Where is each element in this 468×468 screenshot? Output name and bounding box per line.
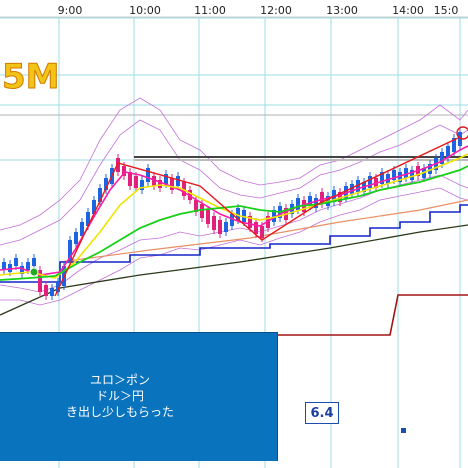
time-label: 14:00 xyxy=(392,4,424,17)
note-line-2: ドル＞円 xyxy=(95,389,144,403)
signal-dot xyxy=(29,267,39,277)
time-label: 12:00 xyxy=(260,4,292,17)
time-axis: 9:00 10:00 11:00 12:00 13:00 14:00 15:0 xyxy=(0,4,468,18)
candle-body xyxy=(134,176,138,188)
candle-body xyxy=(44,285,48,296)
candle-body xyxy=(206,210,210,224)
time-label: 15:0 xyxy=(434,4,459,17)
candle-body xyxy=(176,176,180,186)
candle-body xyxy=(260,226,264,238)
candle-body xyxy=(50,288,54,296)
candle-body xyxy=(128,172,132,186)
value-tag: 6.4 xyxy=(305,402,339,424)
time-label: 13:00 xyxy=(326,4,358,17)
candle-body xyxy=(224,222,228,232)
candle-body xyxy=(146,168,150,182)
time-label: 11:00 xyxy=(194,4,226,17)
candle-body xyxy=(26,262,30,270)
candle-body xyxy=(212,216,216,230)
note-box: ユロ＞ポン ドル＞円 き出し少しもらった xyxy=(0,332,278,461)
marker-dot xyxy=(401,428,406,433)
candle-body xyxy=(14,258,18,266)
candle-body xyxy=(218,220,222,234)
time-label: 10:00 xyxy=(129,4,161,17)
time-label: 9:00 xyxy=(58,4,83,17)
candle-body xyxy=(200,204,204,218)
timeframe-badge: 5M xyxy=(2,57,60,97)
candle-body xyxy=(74,232,78,244)
candle-body xyxy=(32,258,36,266)
zigzag-line xyxy=(29,126,468,297)
candle-body xyxy=(254,222,258,234)
note-line-3: き出し少しもらった xyxy=(65,405,174,419)
note-line-1: ユロ＞ポン xyxy=(89,373,150,387)
candle-body xyxy=(8,264,12,272)
